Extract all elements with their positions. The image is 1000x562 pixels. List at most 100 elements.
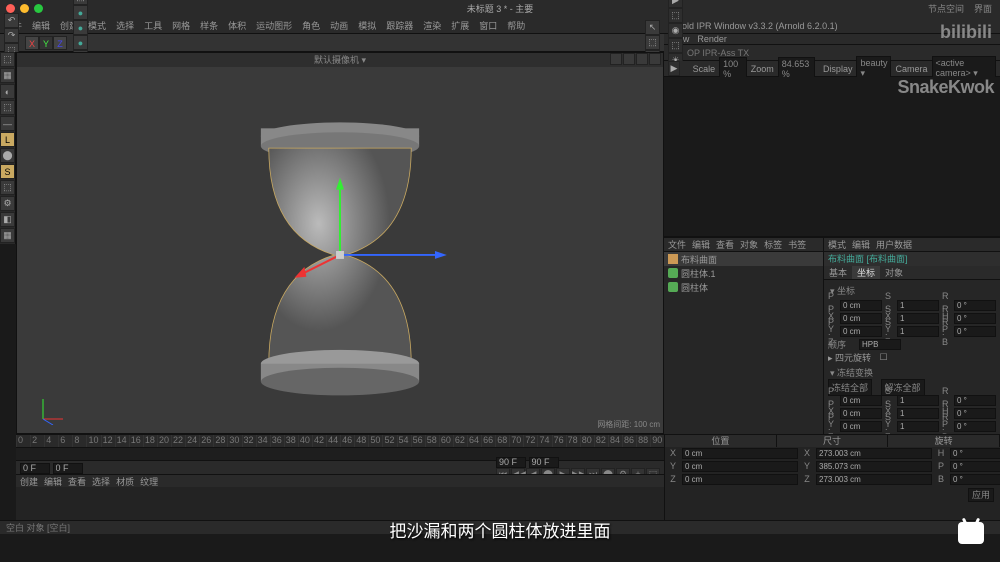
menu-item[interactable]: 动画 (330, 19, 348, 32)
om-menu-item[interactable]: 文件 (668, 238, 686, 251)
coordinates-panel[interactable]: 位置尺寸旋转 XXHYYPZZB 应用 (664, 434, 1000, 520)
play-icon[interactable]: ▶ (668, 61, 680, 76)
pos-field[interactable] (682, 461, 798, 472)
object-tree-item[interactable]: 布料曲面 (664, 252, 823, 266)
menu-item[interactable]: 体积 (228, 19, 246, 32)
pos-field[interactable] (682, 448, 798, 459)
mat-menu-item[interactable]: 材质 (116, 475, 134, 488)
coord-field[interactable] (954, 421, 996, 432)
left-tool-button[interactable]: ▦ (0, 228, 15, 243)
menu-item[interactable]: 模式 (88, 19, 106, 32)
object-tree-item[interactable]: 圆柱体 (664, 280, 823, 294)
mat-menu-item[interactable]: 纹理 (140, 475, 158, 488)
rot-field[interactable] (950, 474, 1000, 485)
left-tool-button[interactable]: ◐ (0, 84, 15, 99)
attribute-manager[interactable]: 模式编辑用户数据 布料曲面 [布料曲面] 基本坐标对象 ▾ 坐标 P . XS … (824, 238, 1000, 448)
attr-menu-item[interactable]: 模式 (828, 238, 846, 251)
left-tool-button[interactable]: ⚙ (0, 196, 15, 211)
size-field[interactable] (816, 461, 932, 472)
menu-item[interactable]: 样条 (200, 19, 218, 32)
nav-tab[interactable]: ↖ (645, 20, 660, 35)
mat-menu-item[interactable]: 查看 (68, 475, 86, 488)
nav-tab[interactable]: ⬚ (645, 35, 660, 50)
coord-field[interactable] (954, 326, 996, 337)
coord-field[interactable] (897, 408, 939, 419)
coord-field[interactable] (954, 300, 996, 311)
menu-item[interactable]: 选择 (116, 19, 134, 32)
workspace-selectors[interactable]: 节点空间 界面 (928, 2, 992, 15)
coord-field[interactable] (840, 395, 882, 406)
coord-field[interactable] (954, 408, 996, 419)
menu-item[interactable]: 工具 (144, 19, 162, 32)
coord-field[interactable] (954, 395, 996, 406)
menu-item[interactable]: 渲染 (423, 19, 441, 32)
om-menu-item[interactable]: 书签 (788, 238, 806, 251)
tool-button[interactable]: ↶ (4, 13, 19, 28)
current-frame-field[interactable] (53, 463, 83, 474)
menu-item[interactable]: 模拟 (358, 19, 376, 32)
object-manager[interactable]: 文件编辑查看对象标签书签 布料曲面圆柱体.1圆柱体 (664, 238, 824, 448)
attr-menu-item[interactable]: 编辑 (852, 238, 870, 251)
pos-field[interactable] (682, 474, 798, 485)
left-tool-button[interactable]: ◧ (0, 212, 15, 227)
menu-item[interactable]: 编辑 (32, 19, 50, 32)
coord-field[interactable] (897, 300, 939, 311)
menu-item[interactable]: 角色 (302, 19, 320, 32)
ipr-button[interactable]: ▶ (668, 0, 683, 8)
viewport[interactable]: 默认摄像机 ▾ (16, 52, 664, 434)
menu-item[interactable]: 运动图形 (256, 19, 292, 32)
start-frame-field[interactable] (20, 463, 50, 474)
coord-field[interactable] (897, 421, 939, 432)
viewport-header[interactable]: 默认摄像机 ▾ (17, 53, 663, 67)
left-tool-button[interactable]: S (0, 164, 15, 179)
ipr-controls[interactable]: ▶ Scale100 % Zoom84.653 % Displaybeauty … (664, 61, 1000, 77)
left-tool-button[interactable]: ⬚ (0, 100, 15, 115)
left-tool-button[interactable]: L (0, 132, 15, 147)
menu-item[interactable]: 跟踪器 (386, 19, 413, 32)
material-manager[interactable]: 创建编辑查看选择材质纹理 (16, 474, 664, 520)
left-tool-button[interactable]: ⬤ (0, 148, 15, 163)
left-tool-button[interactable]: ⬚ (0, 52, 15, 67)
xyz-toggle[interactable]: XYZ (25, 36, 67, 50)
timeline[interactable]: 0246810121416182022242628303234363840424… (16, 434, 664, 474)
ipr-button[interactable]: ◉ (668, 23, 683, 38)
ipr-button[interactable]: ⬚ (668, 8, 683, 23)
size-field[interactable] (816, 448, 932, 459)
left-tool-button[interactable]: — (0, 116, 15, 131)
coord-field[interactable] (897, 326, 939, 337)
left-tool-button[interactable]: ▦ (0, 68, 15, 83)
viewport-canvas[interactable] (17, 67, 663, 433)
attr-tab[interactable]: 对象 (880, 266, 908, 279)
coord-field[interactable] (897, 395, 939, 406)
coord-field[interactable] (897, 313, 939, 324)
menu-item[interactable]: 网格 (172, 19, 190, 32)
mat-menu-item[interactable]: 选择 (92, 475, 110, 488)
mat-menu-item[interactable]: 编辑 (44, 475, 62, 488)
coord-field[interactable] (840, 300, 882, 311)
om-menu-item[interactable]: 编辑 (692, 238, 710, 251)
coord-field[interactable] (840, 313, 882, 324)
tool-button[interactable]: ● (73, 5, 88, 20)
coord-field[interactable] (840, 408, 882, 419)
rot-field[interactable] (950, 448, 1000, 459)
tool-button[interactable]: ↷ (4, 28, 19, 43)
menu-item[interactable]: 帮助 (507, 19, 525, 32)
left-tool-button[interactable]: ⬚ (0, 180, 15, 195)
size-field[interactable] (816, 474, 932, 485)
attr-menu-item[interactable]: 用户数据 (876, 238, 912, 251)
attr-tab[interactable]: 坐标 (852, 266, 880, 279)
coord-field[interactable] (840, 326, 882, 337)
render-view[interactable]: SnakeKwok (664, 77, 1000, 237)
tool-button[interactable]: ● (73, 35, 88, 50)
attr-tab[interactable]: 基本 (824, 266, 852, 279)
rot-field[interactable] (950, 461, 1000, 472)
om-menu-item[interactable]: 查看 (716, 238, 734, 251)
end-frame-field[interactable] (496, 457, 526, 468)
mat-menu-item[interactable]: 创建 (20, 475, 38, 488)
order-field[interactable] (859, 339, 901, 350)
object-tree-item[interactable]: 圆柱体.1 (664, 266, 823, 280)
om-menu-item[interactable]: 标签 (764, 238, 782, 251)
coord-field[interactable] (840, 421, 882, 432)
apply-button[interactable]: 应用 (968, 488, 994, 502)
end-frame-field-2[interactable] (529, 457, 559, 468)
